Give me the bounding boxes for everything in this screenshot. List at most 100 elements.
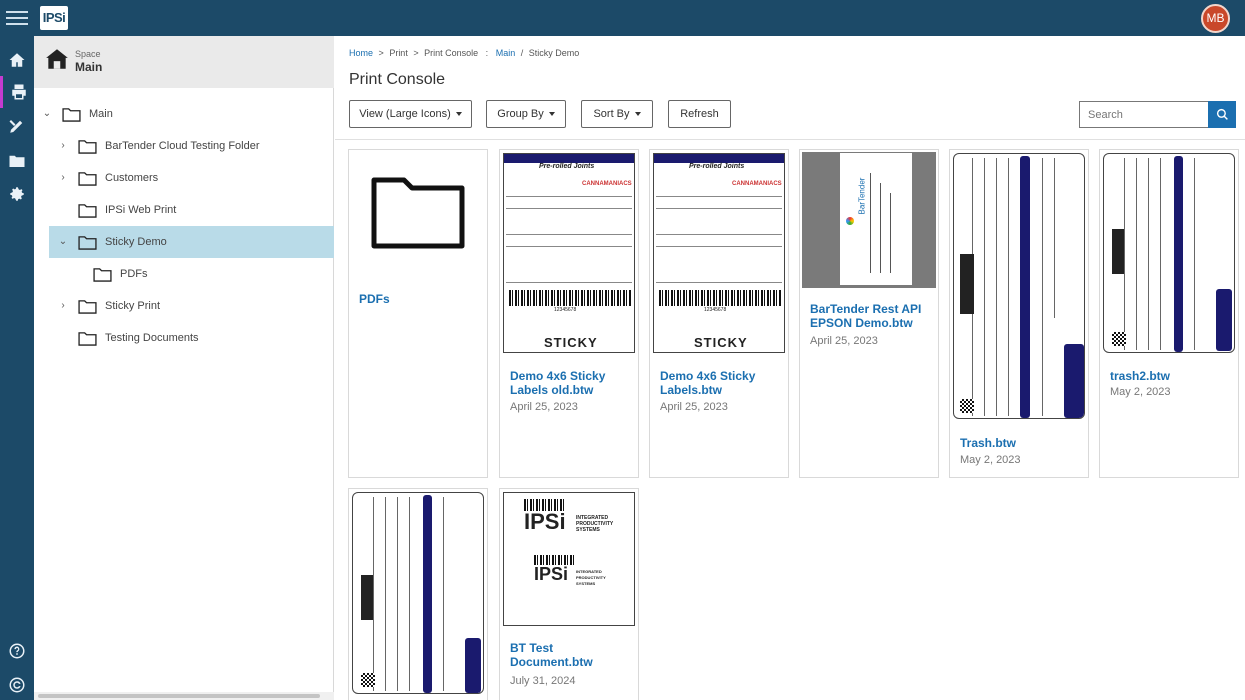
label-preview xyxy=(953,153,1085,419)
help-icon[interactable] xyxy=(0,635,34,667)
group-by-button[interactable]: Group By xyxy=(486,100,566,128)
sort-label: Sort By xyxy=(593,108,630,120)
card-name[interactable]: BT Test Document.btw xyxy=(510,641,632,669)
tree-item-label: Testing Documents xyxy=(105,332,199,344)
chevron-down-icon[interactable]: ⌄ xyxy=(57,236,69,248)
card-name[interactable]: Demo 4x6 Sticky Labels old.btw xyxy=(510,369,632,397)
label-text: Pre-rolled Joints xyxy=(689,163,745,170)
tree-item-pdfs[interactable]: PDFs xyxy=(34,258,334,290)
folder-icon[interactable] xyxy=(0,145,34,177)
caret-down-icon xyxy=(455,112,462,116)
caret-down-icon xyxy=(548,112,555,116)
breadcrumb-home[interactable]: Home xyxy=(349,48,373,58)
scrollbar-thumb[interactable] xyxy=(38,694,320,698)
label-text: IPSi xyxy=(524,509,566,534)
card-date: July 31, 2024 xyxy=(510,675,576,687)
folder-icon xyxy=(93,268,112,282)
breadcrumb-separator: / xyxy=(520,48,524,58)
design-icon[interactable] xyxy=(0,110,34,142)
chevron-right-icon[interactable]: › xyxy=(57,140,69,152)
left-rail xyxy=(0,36,34,700)
label-text: Pre-rolled Joints xyxy=(539,163,595,170)
search-icon xyxy=(1216,108,1228,120)
space-label: Space xyxy=(75,49,101,59)
space-header[interactable]: Space Main xyxy=(34,36,334,88)
card-name[interactable]: trash2.btw xyxy=(1110,369,1232,383)
breadcrumb-separator: > xyxy=(378,48,384,58)
card-name[interactable]: Demo 4x6 Sticky Labels.btw xyxy=(660,369,782,397)
breadcrumb-main[interactable]: Main xyxy=(496,48,516,58)
tree-item-label: Sticky Print xyxy=(105,300,161,312)
sort-by-button[interactable]: Sort By xyxy=(581,100,653,128)
horizontal-scrollbar[interactable] xyxy=(34,692,334,700)
card-file[interactable]: Trash.btw May 2, 2023 xyxy=(949,149,1089,478)
tree-item-bartender-cloud[interactable]: › BarTender Cloud Testing Folder xyxy=(34,130,334,162)
menu-icon[interactable] xyxy=(6,7,28,29)
breadcrumb-console: Print Console xyxy=(424,48,479,58)
tree-item-label: Sticky Demo xyxy=(105,236,167,248)
card-thumbnail xyxy=(351,152,485,278)
top-bar: IPSi MB xyxy=(0,0,1245,36)
breadcrumb-current: Sticky Demo xyxy=(528,48,580,58)
toolbar-divider xyxy=(335,139,1245,140)
tree-item-ipsi-web-print[interactable]: IPSi Web Print xyxy=(34,194,334,226)
view-label: View (Large Icons) xyxy=(359,108,451,120)
tree-item-label: Main xyxy=(89,108,113,120)
card-file[interactable] xyxy=(348,488,488,700)
tree-item-customers[interactable]: › Customers xyxy=(34,162,334,194)
logo-text: IPSi xyxy=(42,10,66,25)
tree-item-label: IPSi Web Print xyxy=(105,204,177,216)
label-preview: BarTender xyxy=(840,153,912,285)
label-text: INTEGRATED PRODUCTIVITY SYSTEMS xyxy=(576,515,614,533)
card-thumbnail: Pre-rolled Joints CANNAMANIACS 12345678 … xyxy=(502,152,636,356)
search-button[interactable] xyxy=(1208,101,1236,128)
folder-icon xyxy=(78,204,97,218)
folder-large-icon xyxy=(371,177,465,249)
space-name: Main xyxy=(75,60,103,74)
card-thumbnail: IPSi INTEGRATED PRODUCTIVITY SYSTEMS IPS… xyxy=(502,491,636,627)
card-thumbnail xyxy=(1102,152,1236,356)
search-input[interactable] xyxy=(1079,101,1209,128)
card-file[interactable]: Pre-rolled Joints CANNAMANIACS 12345678 … xyxy=(499,149,639,478)
label-preview: Pre-rolled Joints CANNAMANIACS 12345678 … xyxy=(653,153,785,353)
card-file[interactable]: BarTender BarTender Rest API EPSON Demo.… xyxy=(799,149,939,478)
home-icon[interactable] xyxy=(0,44,34,76)
space-home-icon xyxy=(46,49,68,69)
card-pdfs-folder[interactable]: PDFs xyxy=(348,149,488,478)
view-dropdown-button[interactable]: View (Large Icons) xyxy=(349,100,472,128)
tree-item-label: BarTender Cloud Testing Folder xyxy=(105,140,260,152)
chevron-right-icon[interactable]: › xyxy=(57,300,69,312)
label-preview xyxy=(1103,153,1235,353)
gear-icon[interactable] xyxy=(0,178,34,210)
tree-item-sticky-print[interactable]: › Sticky Print xyxy=(34,290,334,322)
refresh-button[interactable]: Refresh xyxy=(668,100,731,128)
folder-icon xyxy=(62,108,81,122)
label-text: CANNAMANIACS xyxy=(582,181,632,187)
label-text: 12345678 xyxy=(704,307,727,313)
card-file[interactable]: Pre-rolled Joints CANNAMANIACS 12345678 … xyxy=(649,149,789,478)
tree-item-sticky-demo[interactable]: ⌄ Sticky Demo xyxy=(49,226,334,258)
card-name[interactable]: BarTender Rest API EPSON Demo.btw xyxy=(810,302,932,330)
label-text: 12345678 xyxy=(554,307,577,313)
label-text: INTEGRATED PRODUCTIVITY SYSTEMS xyxy=(576,569,606,586)
card-file[interactable]: IPSi INTEGRATED PRODUCTIVITY SYSTEMS IPS… xyxy=(499,488,639,700)
tree-item-main[interactable]: ⌄ Main xyxy=(34,98,334,130)
copyright-icon[interactable] xyxy=(0,669,34,700)
card-date: May 2, 2023 xyxy=(960,454,1021,466)
card-name[interactable]: PDFs xyxy=(359,292,481,306)
tree-item-testing-documents[interactable]: Testing Documents xyxy=(34,322,334,354)
chevron-right-icon[interactable]: › xyxy=(57,172,69,184)
printer-icon[interactable] xyxy=(0,76,34,108)
tree-item-label: PDFs xyxy=(120,268,148,280)
label-preview: IPSi INTEGRATED PRODUCTIVITY SYSTEMS IPS… xyxy=(503,492,635,626)
avatar[interactable]: MB xyxy=(1201,4,1230,33)
tree-item-label: Customers xyxy=(105,172,159,184)
breadcrumb-print: Print xyxy=(389,48,408,58)
card-thumbnail xyxy=(952,152,1086,422)
caret-down-icon xyxy=(634,112,641,116)
chevron-down-icon[interactable]: ⌄ xyxy=(41,108,53,120)
folder-icon xyxy=(78,172,97,186)
card-file[interactable]: trash2.btw May 2, 2023 xyxy=(1099,149,1239,478)
card-date: April 25, 2023 xyxy=(810,335,878,347)
card-name[interactable]: Trash.btw xyxy=(960,436,1082,450)
